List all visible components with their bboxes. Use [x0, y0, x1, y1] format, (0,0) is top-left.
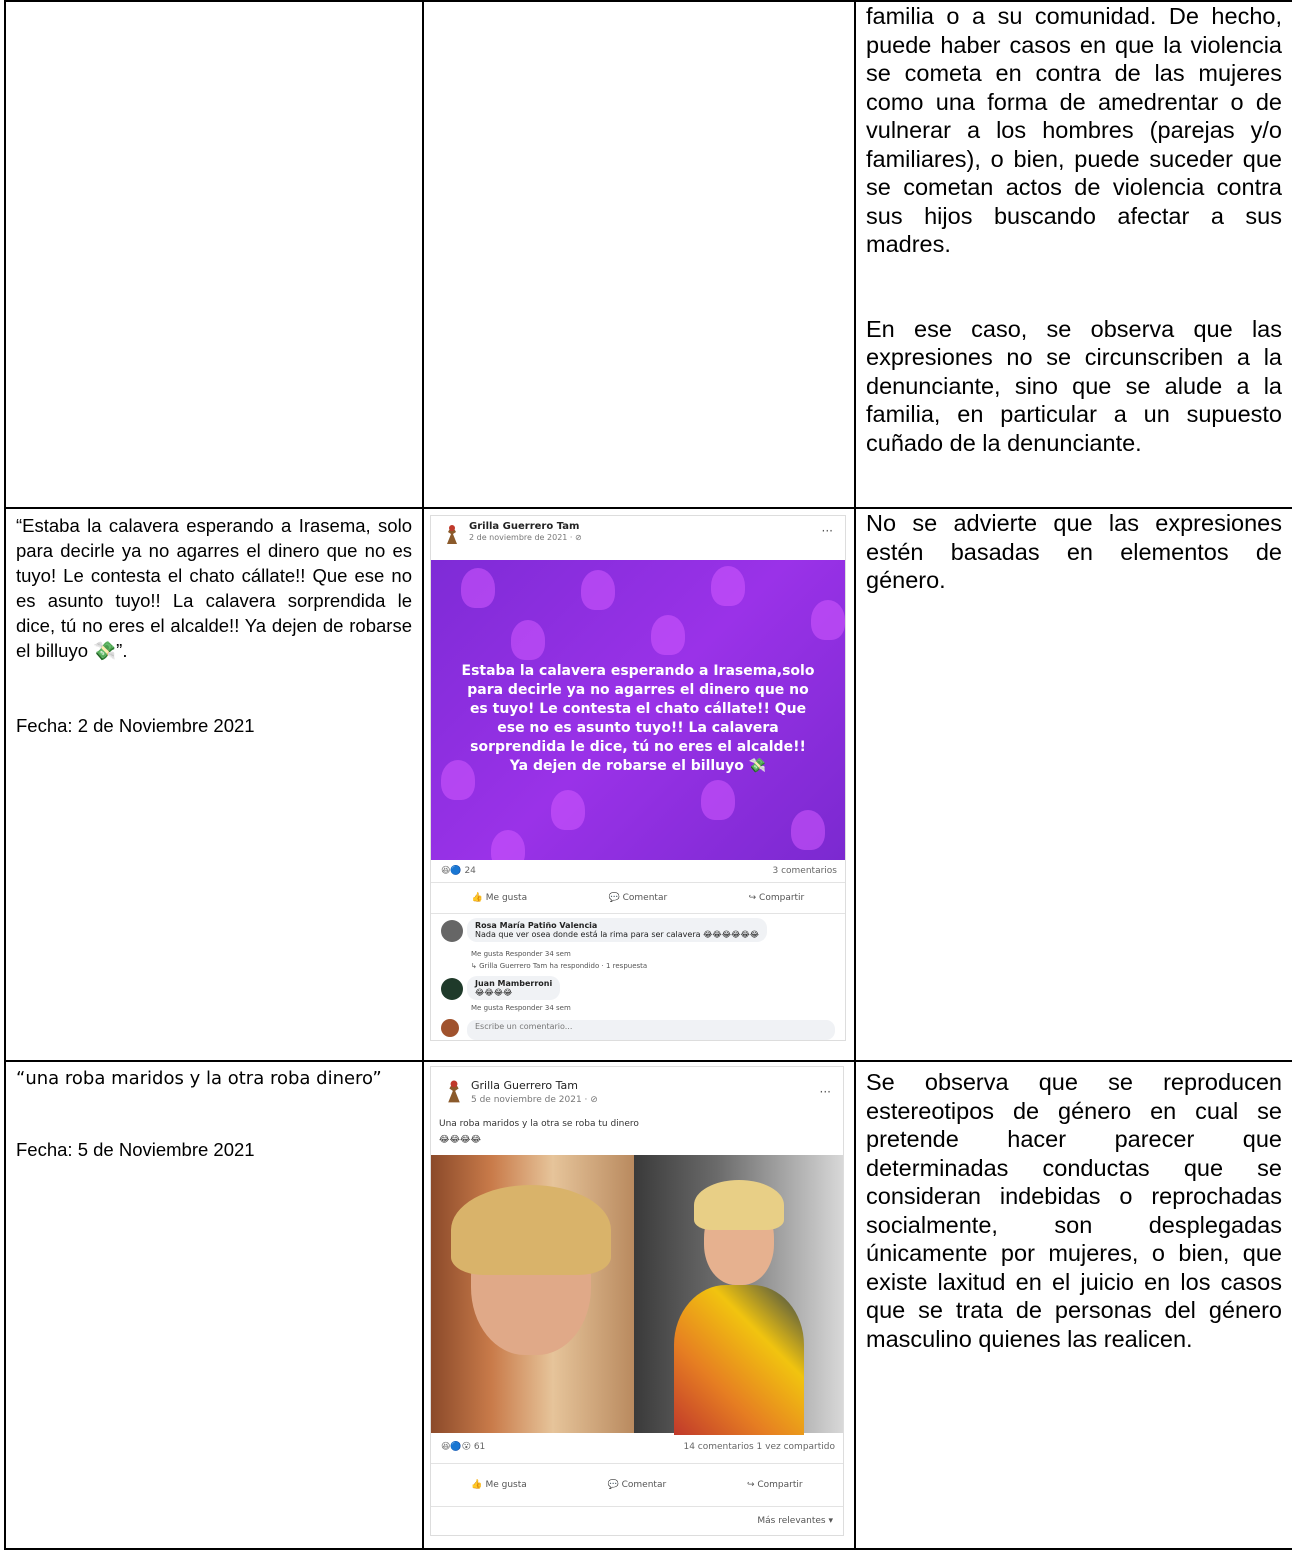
- comment-author[interactable]: Juan Mamberroni: [475, 979, 552, 988]
- comment-share-count[interactable]: 14 comentarios 1 vez compartido: [683, 1442, 835, 1452]
- more-options-icon[interactable]: ···: [820, 1085, 831, 1099]
- row2-post-cell: Grilla Guerrero Tam 2 de noviembre de 20…: [422, 507, 856, 1062]
- post-author[interactable]: Grilla Guerrero Tam: [469, 521, 579, 532]
- row3-quote: “una roba maridos y la otra roba dinero”: [16, 1068, 382, 1089]
- facebook-post-1: Grilla Guerrero Tam 2 de noviembre de 20…: [430, 515, 846, 1041]
- comment-input[interactable]: Escribe un comentario...: [467, 1020, 835, 1040]
- row1-analysis-p1: familia o a su comunidad. De hecho, pued…: [866, 3, 1282, 257]
- page-logo-icon: [448, 1080, 460, 1103]
- more-options-icon[interactable]: ···: [822, 524, 833, 538]
- sort-comments-dropdown[interactable]: Más relevantes ▾: [757, 1516, 833, 1526]
- row3-quote-cell: “una roba maridos y la otra roba dinero”…: [4, 1060, 424, 1550]
- post-emojis: 😂😂😂😂: [439, 1135, 482, 1145]
- comment-meta[interactable]: Me gusta Responder 34 sem: [471, 950, 571, 958]
- comment-button[interactable]: 💬 Comentar: [608, 1480, 667, 1490]
- like-button[interactable]: 👍 Me gusta: [471, 1480, 526, 1490]
- photo-right: [634, 1155, 843, 1435]
- comment-text: 😂😂😂😂: [475, 988, 513, 997]
- row1-col2: [422, 0, 856, 509]
- post-date: 2 de noviembre de 2021 · ⊘: [469, 533, 582, 542]
- comment-count[interactable]: 3 comentarios: [773, 866, 838, 876]
- share-button[interactable]: ↪ Compartir: [749, 893, 805, 903]
- row3-date: Fecha: 5 de Noviembre 2021: [16, 1139, 255, 1160]
- photo-left: [431, 1155, 634, 1433]
- avatar[interactable]: [441, 920, 463, 942]
- post-image-text: Estaba la calavera esperando a Irasema,s…: [461, 663, 815, 774]
- post-date: 5 de noviembre de 2021 · ⊘: [471, 1095, 598, 1105]
- like-button[interactable]: 👍 Me gusta: [472, 893, 527, 903]
- avatar: [441, 1019, 459, 1037]
- row2-quote: “Estaba la calavera esperando a Irasema,…: [16, 515, 412, 661]
- document-table: familia o a su comunidad. De hecho, pued…: [4, 0, 1292, 1550]
- comment-author[interactable]: Rosa María Patiño Valencia: [475, 921, 759, 930]
- row2-date: Fecha: 2 de Noviembre 2021: [16, 715, 255, 736]
- row3-analysis: Se observa que se reproducen estereotipo…: [854, 1060, 1292, 1550]
- row1-analysis-p2: En ese caso, se observa que las expresio…: [866, 315, 1282, 456]
- post-image: Estaba la calavera esperando a Irasema,s…: [431, 560, 845, 860]
- row2-analysis: No se advierte que las expresiones estén…: [854, 507, 1292, 1062]
- comment-1: Rosa María Patiño Valencia Nada que ver …: [431, 914, 845, 972]
- reply-link[interactable]: ↳ Grilla Guerrero Tam ha respondido · 1 …: [471, 962, 647, 970]
- row1-col1: [4, 0, 424, 509]
- reaction-count[interactable]: 😆🔵 24: [441, 866, 476, 876]
- comment-2: Juan Mamberroni 😂😂😂😂 Me gusta Responder …: [431, 972, 845, 1018]
- facebook-post-2: Grilla Guerrero Tam 5 de noviembre de 20…: [430, 1066, 844, 1536]
- share-button[interactable]: ↪ Compartir: [747, 1480, 803, 1490]
- row2-quote-cell: “Estaba la calavera esperando a Irasema,…: [4, 507, 424, 1062]
- comment-meta[interactable]: Me gusta Responder 34 sem: [471, 1004, 571, 1012]
- row1-analysis: familia o a su comunidad. De hecho, pued…: [854, 0, 1292, 509]
- comment-text: Nada que ver osea donde está la rima par…: [475, 930, 760, 939]
- reaction-count[interactable]: 😆🔵😮 61: [441, 1442, 485, 1452]
- post-photo: [431, 1155, 843, 1435]
- write-comment: Escribe un comentario...: [431, 1018, 845, 1040]
- post-text: Una roba maridos y la otra se roba tu di…: [439, 1119, 639, 1129]
- avatar[interactable]: [441, 978, 463, 1000]
- row3-post-cell: Grilla Guerrero Tam 5 de noviembre de 20…: [422, 1060, 856, 1550]
- comment-button[interactable]: 💬 Comentar: [609, 893, 668, 903]
- page-logo-icon: [447, 525, 457, 544]
- post-author[interactable]: Grilla Guerrero Tam: [471, 1079, 578, 1092]
